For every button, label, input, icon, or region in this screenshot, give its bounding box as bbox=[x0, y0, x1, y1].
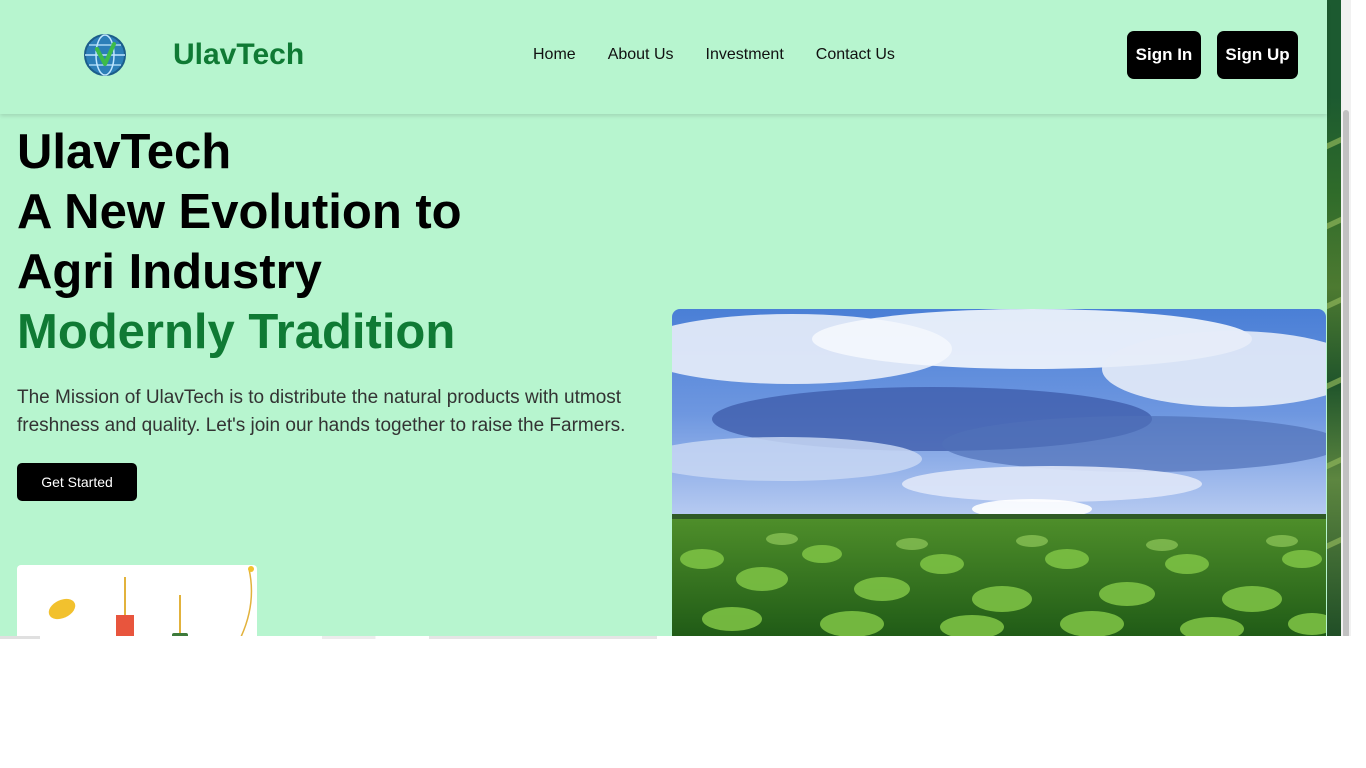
nav-contact-us[interactable]: Contact Us bbox=[816, 46, 895, 64]
hero-description: The Mission of UlavTech is to distribute… bbox=[17, 387, 626, 436]
hero-title-line-1: UlavTech bbox=[17, 125, 232, 179]
hero-field-image bbox=[672, 309, 1326, 639]
farm-tools-illustration bbox=[48, 566, 254, 645]
sign-up-button[interactable]: Sign Up bbox=[1217, 31, 1298, 79]
site-header: UlavTech Home About Us Investment Contac… bbox=[0, 0, 1327, 114]
sign-in-button[interactable]: Sign In bbox=[1127, 31, 1201, 79]
blank-area bbox=[0, 636, 1366, 768]
hero-title-line-2: A New Evolution to bbox=[17, 185, 462, 239]
nav-investment[interactable]: Investment bbox=[706, 46, 784, 64]
nav-about-us[interactable]: About Us bbox=[608, 46, 674, 64]
main-nav: Home About Us Investment Contact Us bbox=[533, 46, 895, 64]
hero-title-line-3: Agri Industry bbox=[17, 245, 322, 299]
feature-card-preview bbox=[17, 565, 257, 645]
globe-logo-icon[interactable] bbox=[83, 33, 127, 77]
nav-home[interactable]: Home bbox=[533, 46, 576, 64]
brand-name[interactable]: UlavTech bbox=[173, 38, 304, 72]
page-cutoff-edge bbox=[0, 636, 1341, 639]
get-started-button[interactable]: Get Started bbox=[17, 463, 137, 501]
hero-tagline: Modernly Tradition bbox=[17, 305, 456, 359]
scrollbar-thumb[interactable] bbox=[1343, 110, 1349, 638]
side-image-edge bbox=[1327, 0, 1341, 640]
